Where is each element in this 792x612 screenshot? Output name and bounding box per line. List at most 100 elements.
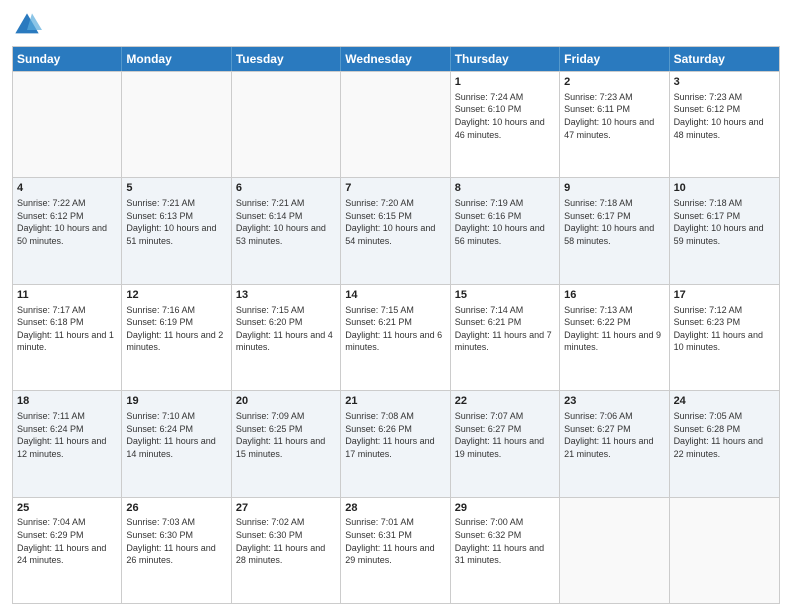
calendar-cell: 28Sunrise: 7:01 AM Sunset: 6:31 PM Dayli… (341, 498, 450, 603)
cell-info: Sunrise: 7:21 AM Sunset: 6:13 PM Dayligh… (126, 197, 226, 247)
day-number: 16 (564, 288, 664, 303)
day-number: 28 (345, 501, 445, 516)
calendar-cell: 2Sunrise: 7:23 AM Sunset: 6:11 PM Daylig… (560, 72, 669, 177)
day-number: 15 (455, 288, 555, 303)
cell-info: Sunrise: 7:19 AM Sunset: 6:16 PM Dayligh… (455, 197, 555, 247)
day-number: 13 (236, 288, 336, 303)
day-number: 19 (126, 394, 226, 409)
calendar-cell (232, 72, 341, 177)
calendar-cell: 21Sunrise: 7:08 AM Sunset: 6:26 PM Dayli… (341, 391, 450, 496)
day-number: 25 (17, 501, 117, 516)
calendar-cell: 13Sunrise: 7:15 AM Sunset: 6:20 PM Dayli… (232, 285, 341, 390)
cell-info: Sunrise: 7:06 AM Sunset: 6:27 PM Dayligh… (564, 410, 664, 460)
day-number: 29 (455, 501, 555, 516)
cell-info: Sunrise: 7:18 AM Sunset: 6:17 PM Dayligh… (564, 197, 664, 247)
cell-info: Sunrise: 7:15 AM Sunset: 6:21 PM Dayligh… (345, 304, 445, 354)
day-number: 21 (345, 394, 445, 409)
cell-info: Sunrise: 7:02 AM Sunset: 6:30 PM Dayligh… (236, 516, 336, 566)
calendar-cell (560, 498, 669, 603)
day-number: 8 (455, 181, 555, 196)
calendar-cell: 3Sunrise: 7:23 AM Sunset: 6:12 PM Daylig… (670, 72, 779, 177)
cell-info: Sunrise: 7:18 AM Sunset: 6:17 PM Dayligh… (674, 197, 775, 247)
cell-info: Sunrise: 7:10 AM Sunset: 6:24 PM Dayligh… (126, 410, 226, 460)
calendar-row: 4Sunrise: 7:22 AM Sunset: 6:12 PM Daylig… (13, 177, 779, 283)
calendar-cell: 25Sunrise: 7:04 AM Sunset: 6:29 PM Dayli… (13, 498, 122, 603)
day-number: 7 (345, 181, 445, 196)
calendar-header-cell: Friday (560, 47, 669, 71)
day-number: 23 (564, 394, 664, 409)
day-number: 10 (674, 181, 775, 196)
cell-info: Sunrise: 7:05 AM Sunset: 6:28 PM Dayligh… (674, 410, 775, 460)
logo-icon (12, 10, 42, 40)
day-number: 5 (126, 181, 226, 196)
calendar-cell: 5Sunrise: 7:21 AM Sunset: 6:13 PM Daylig… (122, 178, 231, 283)
cell-info: Sunrise: 7:09 AM Sunset: 6:25 PM Dayligh… (236, 410, 336, 460)
calendar: SundayMondayTuesdayWednesdayThursdayFrid… (12, 46, 780, 604)
day-number: 3 (674, 75, 775, 90)
calendar-header-cell: Thursday (451, 47, 560, 71)
day-number: 14 (345, 288, 445, 303)
calendar-cell: 6Sunrise: 7:21 AM Sunset: 6:14 PM Daylig… (232, 178, 341, 283)
day-number: 9 (564, 181, 664, 196)
calendar-cell: 9Sunrise: 7:18 AM Sunset: 6:17 PM Daylig… (560, 178, 669, 283)
calendar-cell: 20Sunrise: 7:09 AM Sunset: 6:25 PM Dayli… (232, 391, 341, 496)
cell-info: Sunrise: 7:21 AM Sunset: 6:14 PM Dayligh… (236, 197, 336, 247)
calendar-row: 18Sunrise: 7:11 AM Sunset: 6:24 PM Dayli… (13, 390, 779, 496)
calendar-cell (13, 72, 122, 177)
cell-info: Sunrise: 7:17 AM Sunset: 6:18 PM Dayligh… (17, 304, 117, 354)
calendar-row: 11Sunrise: 7:17 AM Sunset: 6:18 PM Dayli… (13, 284, 779, 390)
calendar-cell: 24Sunrise: 7:05 AM Sunset: 6:28 PM Dayli… (670, 391, 779, 496)
day-number: 6 (236, 181, 336, 196)
cell-info: Sunrise: 7:16 AM Sunset: 6:19 PM Dayligh… (126, 304, 226, 354)
calendar-row: 25Sunrise: 7:04 AM Sunset: 6:29 PM Dayli… (13, 497, 779, 603)
calendar-header-cell: Tuesday (232, 47, 341, 71)
calendar-header-cell: Monday (122, 47, 231, 71)
calendar-cell: 19Sunrise: 7:10 AM Sunset: 6:24 PM Dayli… (122, 391, 231, 496)
cell-info: Sunrise: 7:14 AM Sunset: 6:21 PM Dayligh… (455, 304, 555, 354)
cell-info: Sunrise: 7:12 AM Sunset: 6:23 PM Dayligh… (674, 304, 775, 354)
calendar-cell: 10Sunrise: 7:18 AM Sunset: 6:17 PM Dayli… (670, 178, 779, 283)
logo (12, 10, 46, 40)
calendar-cell: 11Sunrise: 7:17 AM Sunset: 6:18 PM Dayli… (13, 285, 122, 390)
day-number: 11 (17, 288, 117, 303)
cell-info: Sunrise: 7:23 AM Sunset: 6:12 PM Dayligh… (674, 91, 775, 141)
calendar-header-cell: Sunday (13, 47, 122, 71)
calendar-cell: 16Sunrise: 7:13 AM Sunset: 6:22 PM Dayli… (560, 285, 669, 390)
day-number: 18 (17, 394, 117, 409)
calendar-cell: 27Sunrise: 7:02 AM Sunset: 6:30 PM Dayli… (232, 498, 341, 603)
calendar-cell: 26Sunrise: 7:03 AM Sunset: 6:30 PM Dayli… (122, 498, 231, 603)
calendar-cell: 4Sunrise: 7:22 AM Sunset: 6:12 PM Daylig… (13, 178, 122, 283)
calendar-cell (122, 72, 231, 177)
calendar-cell: 12Sunrise: 7:16 AM Sunset: 6:19 PM Dayli… (122, 285, 231, 390)
cell-info: Sunrise: 7:00 AM Sunset: 6:32 PM Dayligh… (455, 516, 555, 566)
calendar-cell (670, 498, 779, 603)
day-number: 2 (564, 75, 664, 90)
day-number: 4 (17, 181, 117, 196)
day-number: 12 (126, 288, 226, 303)
calendar-cell: 22Sunrise: 7:07 AM Sunset: 6:27 PM Dayli… (451, 391, 560, 496)
calendar-cell: 7Sunrise: 7:20 AM Sunset: 6:15 PM Daylig… (341, 178, 450, 283)
day-number: 24 (674, 394, 775, 409)
page-header (12, 10, 780, 40)
day-number: 22 (455, 394, 555, 409)
day-number: 1 (455, 75, 555, 90)
day-number: 20 (236, 394, 336, 409)
cell-info: Sunrise: 7:03 AM Sunset: 6:30 PM Dayligh… (126, 516, 226, 566)
calendar-cell: 14Sunrise: 7:15 AM Sunset: 6:21 PM Dayli… (341, 285, 450, 390)
cell-info: Sunrise: 7:22 AM Sunset: 6:12 PM Dayligh… (17, 197, 117, 247)
calendar-cell: 18Sunrise: 7:11 AM Sunset: 6:24 PM Dayli… (13, 391, 122, 496)
cell-info: Sunrise: 7:07 AM Sunset: 6:27 PM Dayligh… (455, 410, 555, 460)
calendar-cell: 17Sunrise: 7:12 AM Sunset: 6:23 PM Dayli… (670, 285, 779, 390)
day-number: 17 (674, 288, 775, 303)
cell-info: Sunrise: 7:11 AM Sunset: 6:24 PM Dayligh… (17, 410, 117, 460)
calendar-cell: 23Sunrise: 7:06 AM Sunset: 6:27 PM Dayli… (560, 391, 669, 496)
calendar-cell: 15Sunrise: 7:14 AM Sunset: 6:21 PM Dayli… (451, 285, 560, 390)
cell-info: Sunrise: 7:24 AM Sunset: 6:10 PM Dayligh… (455, 91, 555, 141)
calendar-row: 1Sunrise: 7:24 AM Sunset: 6:10 PM Daylig… (13, 71, 779, 177)
calendar-body: 1Sunrise: 7:24 AM Sunset: 6:10 PM Daylig… (13, 71, 779, 603)
calendar-cell: 8Sunrise: 7:19 AM Sunset: 6:16 PM Daylig… (451, 178, 560, 283)
calendar-cell (341, 72, 450, 177)
cell-info: Sunrise: 7:08 AM Sunset: 6:26 PM Dayligh… (345, 410, 445, 460)
day-number: 27 (236, 501, 336, 516)
calendar-cell: 1Sunrise: 7:24 AM Sunset: 6:10 PM Daylig… (451, 72, 560, 177)
